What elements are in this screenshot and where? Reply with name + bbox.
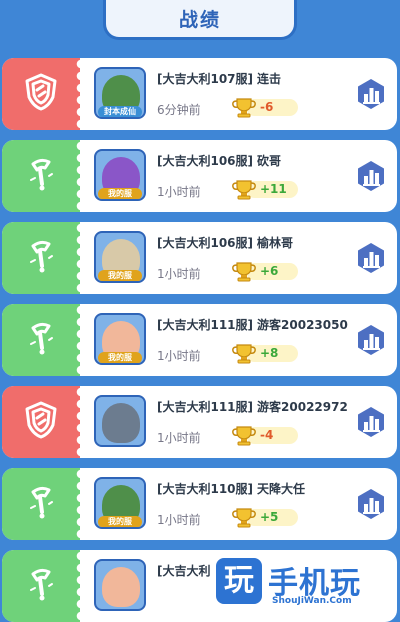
trophy-change: +5 — [230, 506, 300, 528]
record-card[interactable]: 我的服 [大吉大利106服] 榆林哥 1小时前 +6 — [2, 222, 397, 294]
sword-icon — [21, 318, 61, 362]
chart-icon[interactable] — [354, 77, 388, 111]
defeat-badge — [2, 58, 81, 130]
trophy-delta: -6 — [260, 100, 274, 114]
trophy-change: +11 — [230, 178, 300, 200]
hero-caption: 我的服 — [98, 188, 142, 199]
sword-icon — [21, 564, 61, 608]
record-card[interactable]: [大吉大利111服] 游客20022972 1小时前 -4 — [2, 386, 397, 458]
record-title: [大吉大利 — [157, 562, 211, 579]
chart-icon[interactable] — [354, 241, 388, 275]
hero-portrait — [102, 567, 140, 607]
record-card[interactable]: 我的服 [大吉大利111服] 游客20023050 1小时前 +8 — [2, 304, 397, 376]
record-title: [大吉大利107服] 连击 — [157, 70, 281, 87]
victory-badge — [2, 550, 81, 622]
server-name: [大吉大利106服] — [157, 154, 254, 168]
hero-avatar[interactable]: 我的服 — [94, 149, 146, 201]
record-title: [大吉大利106服] 砍哥 — [157, 152, 281, 169]
player-name: 榆林哥 — [257, 236, 294, 250]
hero-avatar[interactable] — [94, 395, 146, 447]
record-title: [大吉大利106服] 榆林哥 — [157, 234, 293, 251]
chart-icon[interactable] — [354, 159, 388, 193]
trophy-delta: +8 — [260, 346, 279, 360]
watermark-url: ShouJiWan.Com — [272, 596, 352, 606]
hero-avatar[interactable] — [94, 559, 146, 611]
record-time: 1小时前 — [157, 185, 201, 199]
victory-badge — [2, 222, 81, 294]
record-title: [大吉大利110服] 天降大任 — [157, 480, 305, 497]
victory-badge — [2, 468, 81, 540]
record-title: [大吉大利111服] 游客20022972 — [157, 398, 348, 415]
title-plate: 战绩 — [103, 0, 297, 40]
shield-icon — [21, 72, 61, 116]
trophy-delta: -4 — [260, 428, 274, 442]
server-name: [大吉大利111服] — [157, 318, 254, 332]
watermark: 玩 手机玩 ShouJiWan.Com — [216, 558, 396, 610]
hero-avatar[interactable]: 我的服 — [94, 313, 146, 365]
record-time: 6分钟前 — [157, 103, 201, 117]
page-title: 战绩 — [178, 9, 221, 31]
player-name: 砍哥 — [257, 154, 282, 168]
server-name: [大吉大利107服] — [157, 72, 254, 86]
hero-avatar[interactable]: 我的服 — [94, 231, 146, 283]
player-name: 游客20023050 — [257, 318, 348, 332]
trophy-delta: +6 — [260, 264, 279, 278]
player-name: 连击 — [257, 72, 282, 86]
victory-badge — [2, 304, 81, 376]
defeat-badge — [2, 386, 81, 458]
sword-icon — [21, 154, 61, 198]
hero-caption: 封本成仙 — [98, 106, 142, 117]
record-card[interactable]: 封本成仙 [大吉大利107服] 连击 6分钟前 -6 — [2, 58, 397, 130]
victory-badge — [2, 140, 81, 212]
header: 战绩 — [0, 0, 400, 46]
server-name: [大吉大利110服] — [157, 482, 254, 496]
hero-caption: 我的服 — [98, 516, 142, 527]
record-time: 1小时前 — [157, 349, 201, 363]
sword-icon — [21, 482, 61, 526]
watermark-logo: 玩 — [216, 558, 262, 604]
trophy-change: -6 — [230, 96, 300, 118]
chart-icon[interactable] — [354, 487, 388, 521]
chart-icon[interactable] — [354, 323, 388, 357]
record-title: [大吉大利111服] 游客20023050 — [157, 316, 348, 333]
trophy-delta: +5 — [260, 510, 279, 524]
trophy-change: +8 — [230, 342, 300, 364]
server-name: [大吉大利106服] — [157, 236, 254, 250]
server-name: [大吉大利 — [157, 564, 211, 578]
record-time: 1小时前 — [157, 513, 201, 527]
trophy-change: +6 — [230, 260, 300, 282]
player-name: 游客20022972 — [257, 400, 348, 414]
trophy-delta: +11 — [260, 182, 287, 196]
trophy-change: -4 — [230, 424, 300, 446]
record-card[interactable]: 我的服 [大吉大利110服] 天降大任 1小时前 +5 — [2, 468, 397, 540]
hero-avatar[interactable]: 我的服 — [94, 477, 146, 529]
hero-caption: 我的服 — [98, 270, 142, 281]
hero-portrait — [102, 403, 140, 443]
record-time: 1小时前 — [157, 431, 201, 445]
chart-icon[interactable] — [354, 405, 388, 439]
server-name: [大吉大利111服] — [157, 400, 254, 414]
hero-avatar[interactable]: 封本成仙 — [94, 67, 146, 119]
hero-caption: 我的服 — [98, 352, 142, 363]
player-name: 天降大任 — [257, 482, 306, 496]
record-card[interactable]: 我的服 [大吉大利106服] 砍哥 1小时前 +11 — [2, 140, 397, 212]
record-time: 1小时前 — [157, 267, 201, 281]
sword-icon — [21, 236, 61, 280]
shield-icon — [21, 400, 61, 444]
